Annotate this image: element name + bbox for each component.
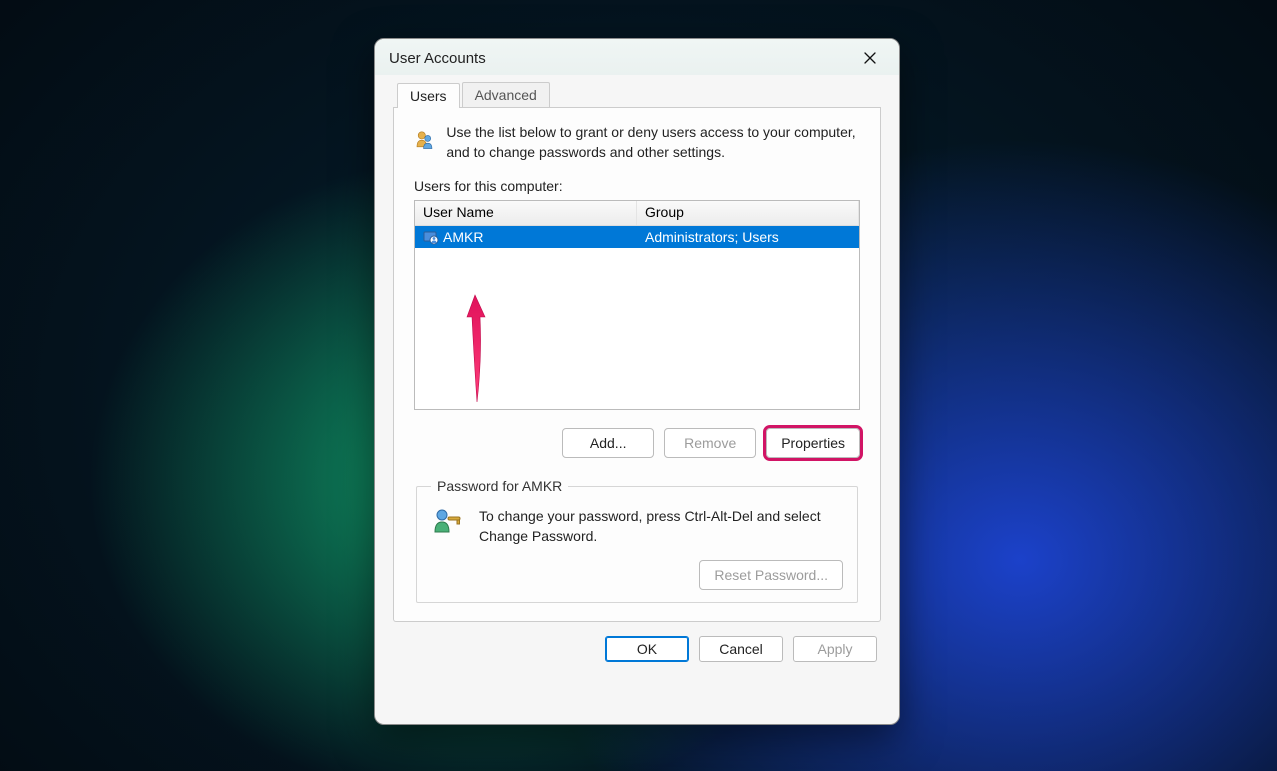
key-user-icon — [431, 506, 465, 536]
dialog-buttons: OK Cancel Apply — [397, 636, 877, 662]
window-title: User Accounts — [389, 50, 486, 67]
intro-row: Use the list below to grant or deny user… — [414, 122, 860, 162]
row-group: Administrators; Users — [645, 229, 779, 245]
intro-text: Use the list below to grant or deny user… — [446, 122, 860, 162]
row-username: AMKR — [443, 229, 483, 245]
column-header-group[interactable]: Group — [637, 201, 859, 225]
tab-users[interactable]: Users — [397, 83, 460, 108]
column-header-username[interactable]: User Name — [415, 201, 637, 225]
password-text: To change your password, press Ctrl-Alt-… — [479, 506, 843, 546]
users-listview[interactable]: User Name Group AMKR — [414, 200, 860, 410]
user-accounts-window: User Accounts Users Advanced — [374, 38, 900, 725]
user-row-icon — [423, 229, 439, 245]
dialog-content: Users Advanced Use the list below to gra… — [375, 79, 899, 676]
tab-advanced[interactable]: Advanced — [462, 82, 550, 107]
add-button[interactable]: Add... — [562, 428, 654, 458]
properties-button[interactable]: Properties — [766, 428, 860, 458]
desktop-background: User Accounts Users Advanced — [0, 0, 1277, 771]
cancel-button[interactable]: Cancel — [699, 636, 783, 662]
tabstrip: Users Advanced — [393, 79, 881, 108]
remove-button[interactable]: Remove — [664, 428, 756, 458]
list-item[interactable]: AMKR Administrators; Users — [415, 226, 859, 248]
ok-button[interactable]: OK — [605, 636, 689, 662]
listview-header: User Name Group — [415, 201, 859, 226]
users-icon — [414, 122, 434, 156]
close-button[interactable] — [849, 43, 891, 73]
users-list-label: Users for this computer: — [414, 178, 860, 194]
list-actions: Add... Remove Properties — [414, 428, 860, 458]
password-groupbox: Password for AMKR To change your passwor… — [416, 478, 858, 603]
close-icon — [864, 52, 876, 64]
reset-password-button[interactable]: Reset Password... — [699, 560, 843, 590]
apply-button[interactable]: Apply — [793, 636, 877, 662]
tab-users-panel: Use the list below to grant or deny user… — [393, 108, 881, 622]
password-legend: Password for AMKR — [431, 478, 568, 494]
titlebar: User Accounts — [375, 39, 899, 75]
